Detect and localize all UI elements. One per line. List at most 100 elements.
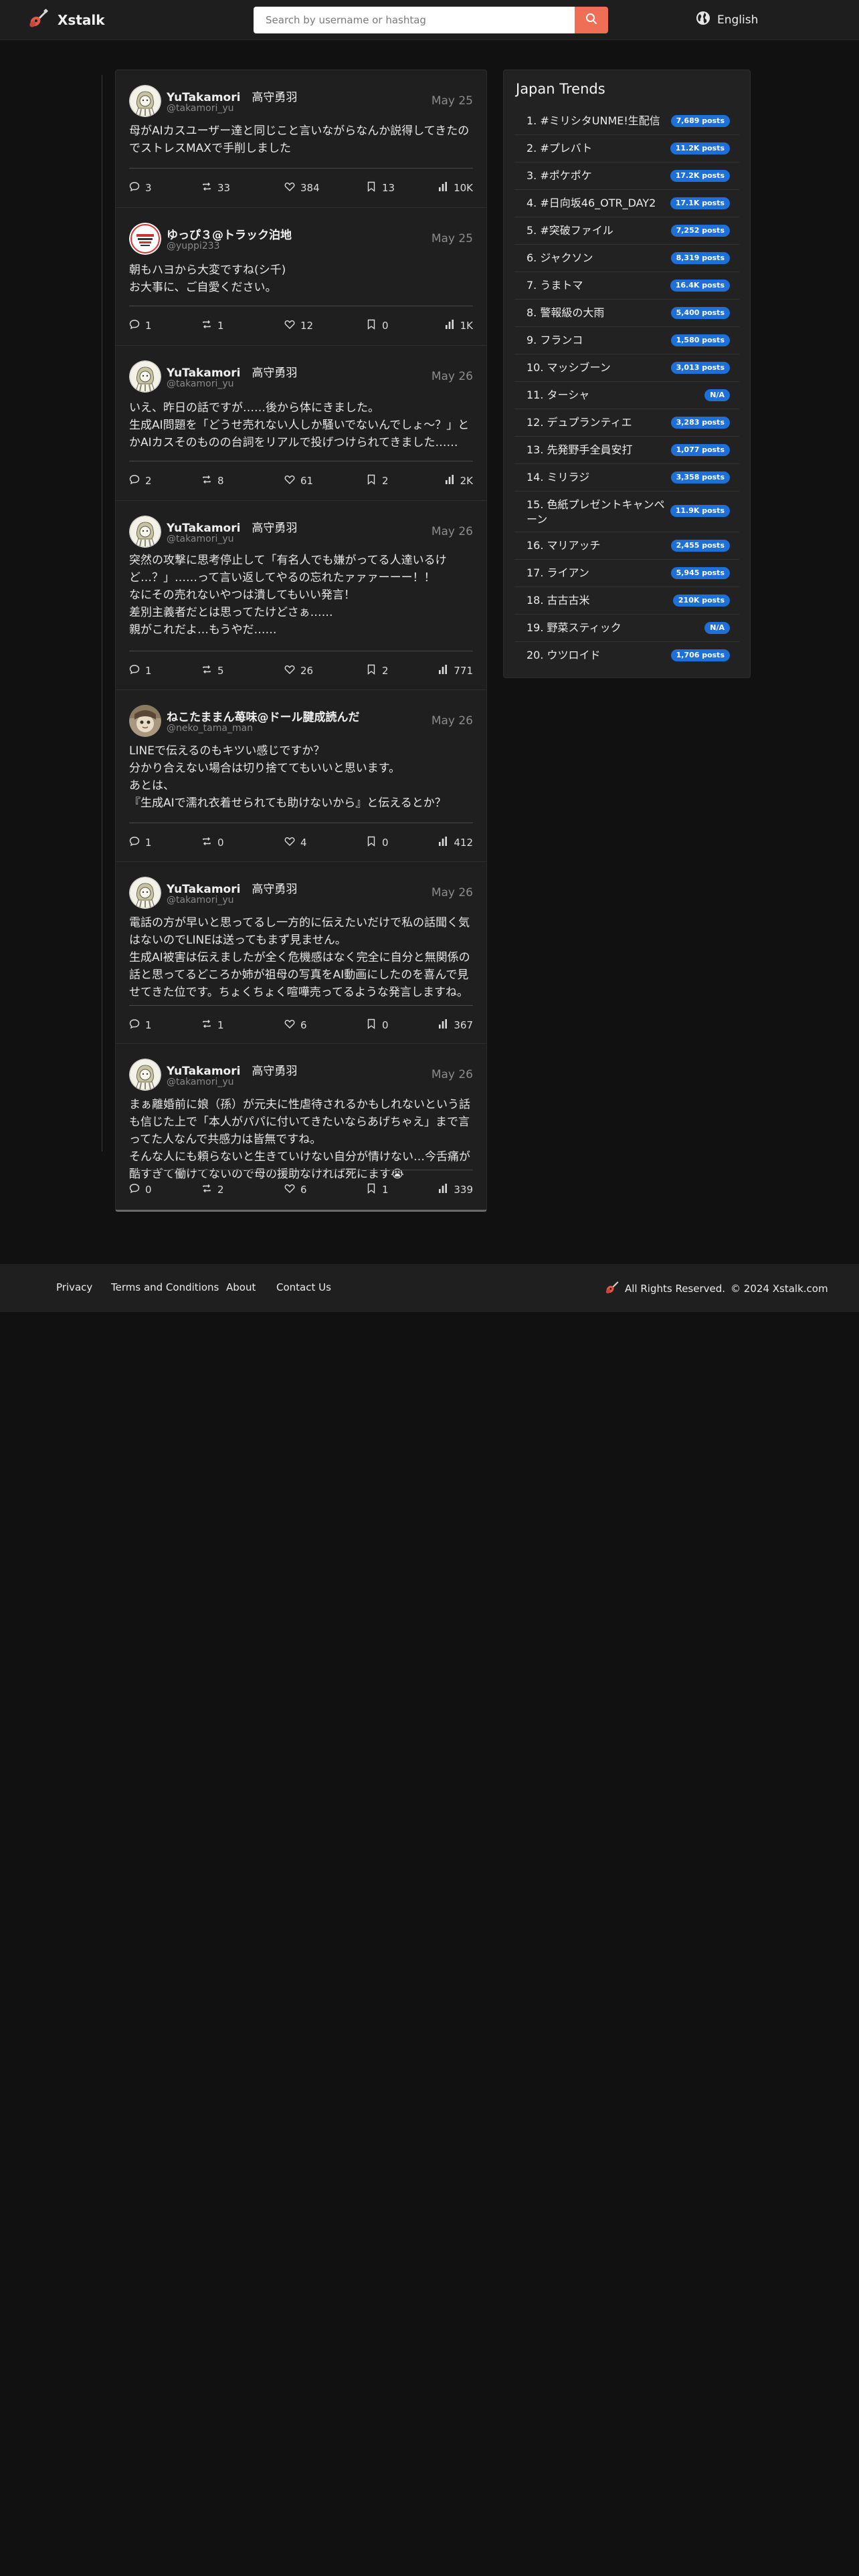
trend-label[interactable]: 4. #日向坂46_OTR_DAY2: [527, 196, 674, 211]
trend-label[interactable]: 15. 色紙プレゼントキャンペーン: [527, 498, 674, 527]
user-handle[interactable]: @takamori_yu: [167, 103, 234, 114]
repost-button[interactable]: 1: [201, 319, 224, 332]
bookmark-button[interactable]: 0: [366, 319, 389, 332]
reply-button[interactable]: 0: [129, 1183, 152, 1196]
user-handle[interactable]: @takamori_yu: [167, 895, 234, 905]
trend-label[interactable]: 18. 古古古米: [527, 593, 674, 608]
trend-item[interactable]: 11. ターシャ N/A: [514, 382, 739, 409]
trend-label[interactable]: 10. マッシブーン: [527, 360, 674, 375]
trend-item[interactable]: 14. ミリラジ 3,358 posts: [514, 464, 739, 492]
user-handle[interactable]: @neko_tama_man: [167, 723, 253, 734]
like-button[interactable]: 26: [284, 664, 313, 677]
avatar[interactable]: [129, 85, 161, 117]
trend-label[interactable]: 11. ターシャ: [527, 388, 674, 403]
trend-item[interactable]: 15. 色紙プレゼントキャンペーン 11.9K posts: [514, 492, 739, 532]
trend-label[interactable]: 9. フランコ: [527, 333, 674, 348]
trend-label[interactable]: 5. #突破ファイル: [527, 223, 674, 238]
avatar[interactable]: [129, 705, 161, 737]
trend-item[interactable]: 18. 古古古米 210K posts: [514, 587, 739, 615]
bookmark-button[interactable]: 13: [366, 181, 395, 195]
trend-item[interactable]: 17. ライアン 5,945 posts: [514, 560, 739, 587]
reply-button[interactable]: 1: [129, 664, 152, 677]
trend-label[interactable]: 20. ウツロイド: [527, 648, 674, 663]
post[interactable]: YuTakamori 高守勇羽 @takamori_yu May 26 まぁ離婚…: [116, 1044, 486, 1210]
bookmark-button[interactable]: 0: [366, 836, 389, 849]
trend-label[interactable]: 17. ライアン: [527, 566, 674, 580]
trend-label[interactable]: 3. #ポケポケ: [527, 169, 674, 183]
repost-button[interactable]: 8: [201, 474, 224, 488]
like-button[interactable]: 384: [284, 181, 320, 195]
search-button[interactable]: [575, 7, 608, 33]
footer-link-contact[interactable]: Contact Us: [276, 1281, 331, 1293]
trend-item[interactable]: 16. マリアッチ 2,455 posts: [514, 532, 739, 560]
trend-item[interactable]: 9. フランコ 1,580 posts: [514, 327, 739, 354]
views-button[interactable]: 771: [438, 664, 473, 677]
display-name[interactable]: ゆっぴ３@トラック泊地: [167, 225, 292, 242]
user-handle[interactable]: @takamori_yu: [167, 379, 234, 389]
views-button[interactable]: 1K: [444, 319, 473, 332]
reply-button[interactable]: 3: [129, 181, 152, 195]
footer-link-privacy[interactable]: Privacy: [56, 1281, 92, 1293]
views-button[interactable]: 339: [438, 1183, 473, 1196]
footer-link-about[interactable]: About: [226, 1281, 256, 1293]
trend-item[interactable]: 6. ジャクソン 8,319 posts: [514, 245, 739, 272]
like-button[interactable]: 12: [284, 319, 313, 332]
display-name[interactable]: YuTakamori 高守勇羽: [167, 879, 297, 896]
trend-item[interactable]: 12. デュプランティエ 3,283 posts: [514, 409, 739, 437]
repost-button[interactable]: 0: [201, 836, 224, 849]
bookmark-button[interactable]: 0: [366, 1018, 389, 1032]
bookmark-button[interactable]: 2: [366, 664, 389, 677]
reply-button[interactable]: 1: [129, 319, 152, 332]
trend-item[interactable]: 8. 警報級の大雨 5,400 posts: [514, 300, 739, 327]
trend-label[interactable]: 19. 野菜スティック: [527, 621, 674, 635]
display-name[interactable]: YuTakamori 高守勇羽: [167, 518, 297, 535]
display-name[interactable]: YuTakamori 高守勇羽: [167, 1061, 297, 1078]
views-button[interactable]: 367: [438, 1018, 473, 1032]
reply-button[interactable]: 1: [129, 836, 152, 849]
trend-item[interactable]: 4. #日向坂46_OTR_DAY2 17.1K posts: [514, 190, 739, 217]
trend-item[interactable]: 19. 野菜スティック N/A: [514, 615, 739, 642]
trend-label[interactable]: 2. #プレバト: [527, 141, 674, 156]
trend-item[interactable]: 7. うまトマ 16.4K posts: [514, 272, 739, 300]
trend-label[interactable]: 1. #ミリシタUNME!生配信: [527, 114, 674, 128]
reply-button[interactable]: 2: [129, 474, 152, 488]
user-handle[interactable]: @takamori_yu: [167, 1077, 234, 1087]
repost-button[interactable]: 1: [201, 1018, 224, 1032]
post[interactable]: YuTakamori 高守勇羽 @takamori_yu May 25 母がAI…: [116, 70, 486, 208]
bookmark-button[interactable]: 2: [366, 474, 389, 488]
avatar[interactable]: [129, 223, 161, 255]
trend-item[interactable]: 20. ウツロイド 1,706 posts: [514, 642, 739, 669]
trend-item[interactable]: 3. #ポケポケ 17.2K posts: [514, 163, 739, 190]
views-button[interactable]: 2K: [444, 474, 473, 488]
trend-label[interactable]: 8. 警報級の大雨: [527, 306, 674, 320]
trend-label[interactable]: 13. 先発野手全員安打: [527, 443, 674, 457]
trend-label[interactable]: 14. ミリラジ: [527, 470, 674, 485]
language-selector[interactable]: English: [696, 11, 758, 29]
bookmark-button[interactable]: 1: [366, 1183, 389, 1196]
trend-label[interactable]: 12. デュプランティエ: [527, 415, 674, 430]
brand-link[interactable]: Xstalk: [28, 9, 105, 31]
trend-label[interactable]: 7. うまトマ: [527, 278, 674, 293]
like-button[interactable]: 61: [284, 474, 313, 488]
search-input[interactable]: [254, 7, 575, 33]
trend-item[interactable]: 10. マッシブーン 3,013 posts: [514, 354, 739, 382]
trend-label[interactable]: 6. ジャクソン: [527, 251, 674, 265]
views-button[interactable]: 412: [438, 836, 473, 849]
views-button[interactable]: 10K: [438, 181, 473, 195]
like-button[interactable]: 6: [284, 1183, 307, 1196]
like-button[interactable]: 4: [284, 836, 307, 849]
avatar[interactable]: [129, 360, 161, 393]
trend-item[interactable]: 5. #突破ファイル 7,252 posts: [514, 217, 739, 245]
repost-button[interactable]: 5: [201, 664, 224, 677]
trend-label[interactable]: 16. マリアッチ: [527, 538, 674, 553]
post[interactable]: YuTakamori 高守勇羽 @takamori_yu May 26 突然の攻…: [116, 501, 486, 690]
display-name[interactable]: ねこたままん苺味@ドール腱成読んだ: [167, 708, 360, 724]
avatar[interactable]: [129, 877, 161, 909]
repost-button[interactable]: 33: [201, 181, 230, 195]
post[interactable]: YuTakamori 高守勇羽 @takamori_yu May 26 いえ、昨…: [116, 346, 486, 501]
display-name[interactable]: YuTakamori 高守勇羽: [167, 88, 297, 104]
repost-button[interactable]: 2: [201, 1183, 224, 1196]
user-handle[interactable]: @yuppi233: [167, 241, 220, 251]
reply-button[interactable]: 1: [129, 1018, 152, 1032]
avatar[interactable]: [129, 516, 161, 548]
